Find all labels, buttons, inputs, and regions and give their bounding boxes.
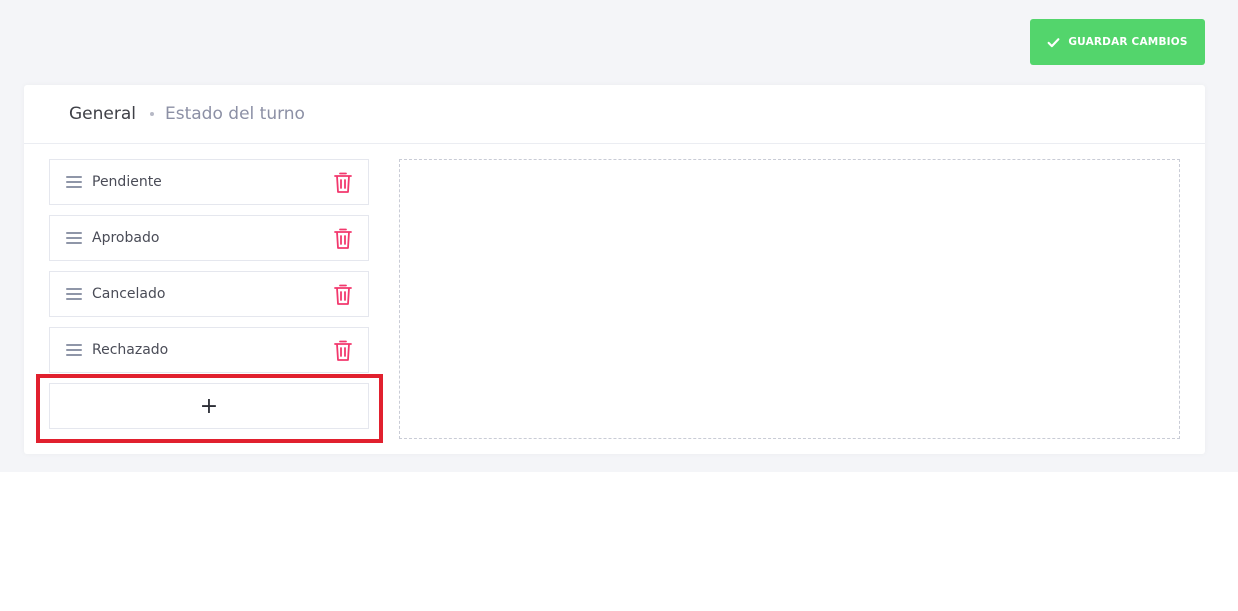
states-card: General Estado del turno Pendiente Aprob… <box>24 85 1205 454</box>
status-item[interactable]: Rechazado <box>49 327 369 373</box>
drag-handle-icon[interactable] <box>66 288 82 300</box>
breadcrumb-estado: Estado del turno <box>165 104 305 124</box>
status-label: Cancelado <box>92 286 166 302</box>
check-icon <box>1047 37 1060 47</box>
status-label: Pendiente <box>92 174 162 190</box>
status-detail-dropzone[interactable] <box>399 159 1180 439</box>
save-changes-label: GUARDAR CAMBIOS <box>1068 36 1188 48</box>
breadcrumb: General Estado del turno <box>24 85 1205 144</box>
trash-icon[interactable] <box>333 284 353 306</box>
save-changes-button[interactable]: GUARDAR CAMBIOS <box>1030 19 1205 65</box>
drag-handle-icon[interactable] <box>66 344 82 356</box>
status-list: Pendiente Aprobado Cancelado Rechazado <box>49 159 369 383</box>
drag-handle-icon[interactable] <box>66 176 82 188</box>
status-item[interactable]: Cancelado <box>49 271 369 317</box>
status-label: Rechazado <box>92 342 169 358</box>
status-item[interactable]: Pendiente <box>49 159 369 205</box>
trash-icon[interactable] <box>333 172 353 194</box>
trash-icon[interactable] <box>333 228 353 250</box>
breadcrumb-general[interactable]: General <box>69 104 136 124</box>
trash-icon[interactable] <box>333 340 353 362</box>
drag-handle-icon[interactable] <box>66 232 82 244</box>
status-label: Aprobado <box>92 230 160 246</box>
breadcrumb-separator <box>150 112 154 116</box>
add-status-button[interactable]: + <box>49 383 369 429</box>
status-item[interactable]: Aprobado <box>49 215 369 261</box>
